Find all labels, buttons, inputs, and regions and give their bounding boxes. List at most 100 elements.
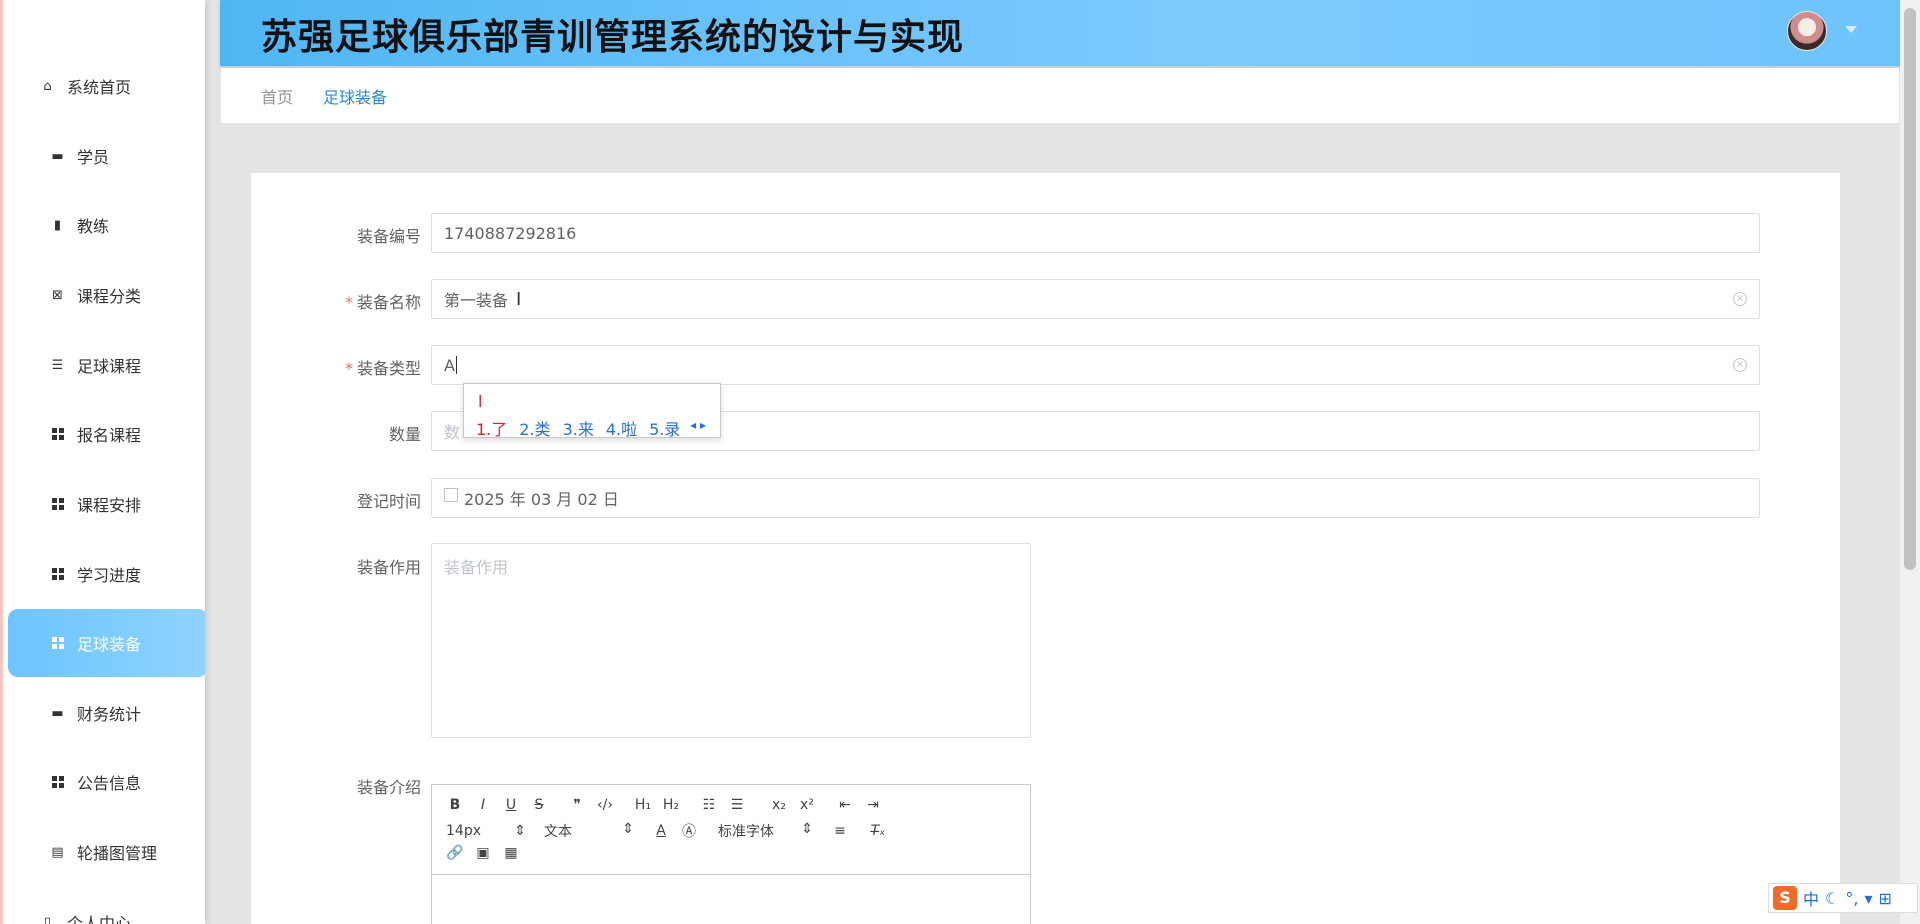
sidebar-item-students[interactable]: ▬ 学员 [8,122,205,190]
indent-button[interactable]: ⇥ [864,797,882,813]
select-arrows-icon: ⇕ [514,823,526,839]
font-size-value: 14px [446,823,481,839]
editor-toolbar: B I U S ❞ ‹/› H₁ H₂ ☷ ☰ x₂ x² ⇤ ⇥ 14px ⇕ … [432,785,1030,875]
sidebar-item-course-category[interactable]: ⊠ 课程分类 [8,261,205,329]
code-label: 装备编号 [251,223,421,247]
sidebar-item-finance[interactable]: ▬ 财务统计 [8,679,205,747]
purpose-placeholder: 装备作用 [444,558,509,577]
ime-candidate[interactable]: 3.来 [563,416,594,440]
clear-icon[interactable]: × [1733,292,1747,306]
sidebar-item-label: 学习进度 [77,566,142,585]
code-field[interactable]: 1740887292816 [431,213,1760,253]
select-arrows-icon: ⇕ [801,821,813,837]
link-button[interactable]: 🔗 [446,845,464,861]
select-arrows-icon: ⇕ [622,821,634,837]
date-field[interactable]: 2025 年 03 月 02 日 [431,478,1760,518]
sidebar-item-label: 足球课程 [77,357,142,376]
quote-button[interactable]: ❞ [568,797,586,813]
quantity-label: 数量 [251,421,421,445]
sidebar-item-equipment[interactable]: 足球装备 [8,609,205,677]
paragraph-value: 文本 [544,824,572,840]
sidebar: ⌂ 系统首页 ▬ 学员 ▮ 教练 ⊠ 课程分类 ☰ 足球课程 报名课程 课程安排… [0,0,205,924]
sidebar-item-label: 个人中心 [67,914,132,924]
italic-button[interactable]: I [474,797,492,813]
sidebar-item-profile[interactable]: ▯ 个人中心 [8,888,205,924]
grid-icon [50,427,65,442]
video-button[interactable]: ▦ [502,845,520,861]
purpose-textarea[interactable]: 装备作用 [431,543,1031,738]
image-button[interactable]: ▣ [474,845,492,861]
clear-format-button[interactable]: T̶ₓ [869,823,887,839]
code-block-button[interactable]: ‹/› [596,797,614,813]
font-color-button[interactable]: A [652,823,670,839]
sidebar-item-schedule[interactable]: 课程安排 [8,470,205,538]
grid-icon [50,775,65,790]
sidebar-item-label: 报名课程 [77,426,142,445]
font-size-select[interactable]: 14px ⇕ [446,823,526,839]
sidebar-item-football-course[interactable]: ☰ 足球课程 [8,331,205,399]
subscript-button[interactable]: x₂ [770,797,788,813]
date-value: 2025 年 03 月 02 日 [464,490,619,509]
scrollbar-thumb[interactable] [1904,8,1916,570]
code-value: 1740887292816 [444,223,577,243]
sidebar-item-enrollment[interactable]: 报名课程 [8,400,205,468]
avatar[interactable] [1787,11,1827,51]
sidebar-item-label: 轮播图管理 [77,844,158,863]
name-value: 第一装备 [444,291,509,310]
text-caret [455,356,457,374]
name-field[interactable]: 第一装备 I × [431,279,1760,319]
align-button[interactable]: ≡ [831,823,849,839]
calendar-icon [444,488,458,502]
outdent-button[interactable]: ⇤ [836,797,854,813]
breadcrumb: 首页 足球装备 [221,68,1899,123]
purpose-label-text: 装备作用 [356,558,421,577]
ime-page-arrows-icon[interactable]: ◂ ▸ [690,418,706,432]
background-color-button[interactable]: Ⓐ [680,821,698,841]
required-mark: * [344,359,353,378]
h1-button[interactable]: H₁ [634,797,652,813]
font-family-select[interactable]: 标准字体 ⇕ [718,821,813,841]
ime-candidate[interactable]: 5.录 [649,416,680,440]
date-label-text: 登记时间 [356,492,421,511]
sidebar-item-carousel[interactable]: ▤ 轮播图管理 [8,818,205,886]
sogou-logo-icon[interactable]: S [1773,886,1797,910]
rich-text-editor[interactable]: B I U S ❞ ‹/› H₁ H₂ ☷ ☰ x₂ x² ⇤ ⇥ 14px ⇕ … [431,784,1031,924]
monitor-icon: ▬ [51,148,64,164]
sidebar-item-home[interactable]: ⌂ 系统首页 [8,52,205,120]
paragraph-select[interactable]: 文本 ⇕ [544,821,634,841]
superscript-button[interactable]: x² [798,797,816,813]
sidebar-item-label: 公告信息 [77,774,142,793]
book-icon: ▮ [53,217,62,233]
breadcrumb-home[interactable]: 首页 [261,84,293,108]
shirt-icon[interactable]: ▾ [1864,889,1872,908]
sidebar-item-progress[interactable]: 学习进度 [8,540,205,608]
punctuation-icon[interactable]: °, [1845,889,1858,908]
document-icon: ▯ [43,914,52,924]
strike-button[interactable]: S [530,797,548,813]
type-field[interactable]: A × [431,345,1760,385]
ime-candidate[interactable]: 2.类 [519,416,550,440]
apps-icon[interactable]: ⊞ [1878,889,1891,908]
bold-button[interactable]: B [446,797,464,813]
name-label-text: 装备名称 [356,293,421,312]
sidebar-item-coaches[interactable]: ▮ 教练 [8,191,205,259]
text-cursor-icon: I [516,288,522,310]
home-icon: ⌂ [43,78,52,94]
ime-candidate[interactable]: 1.了 [476,416,507,440]
breadcrumb-current[interactable]: 足球装备 [323,84,387,108]
sidebar-item-label: 课程安排 [77,496,142,515]
underline-button[interactable]: U [502,797,520,813]
ime-mode[interactable]: 中 [1803,886,1819,910]
bullet-list-button[interactable]: ☰ [728,797,746,813]
clear-icon[interactable]: × [1733,358,1747,372]
chevron-down-icon[interactable] [1845,26,1857,33]
ime-composition: l [478,392,483,411]
ordered-list-button[interactable]: ☷ [700,797,718,813]
moon-icon[interactable]: ☾ [1825,889,1839,908]
grid-icon [50,636,65,651]
ime-candidate[interactable]: 4.啦 [606,416,637,440]
sidebar-item-label: 财务统计 [77,705,142,724]
sidebar-item-notice[interactable]: 公告信息 [8,748,205,816]
h2-button[interactable]: H₂ [662,797,680,813]
briefcase-icon: ▤ [51,844,64,860]
